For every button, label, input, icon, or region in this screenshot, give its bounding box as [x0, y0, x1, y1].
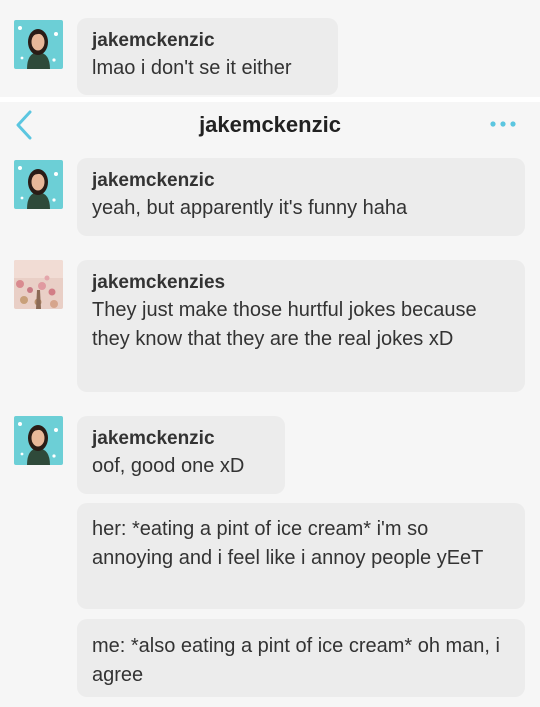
chat-title: jakemckenzic	[199, 112, 341, 137]
avatar[interactable]	[14, 416, 63, 465]
cartoon-avatar-icon	[14, 416, 63, 465]
message-bubble[interactable]: her: *eating a pint of ice cream* i'm so…	[77, 503, 525, 609]
cartoon-avatar-icon	[14, 20, 63, 69]
message-bubble[interactable]: jakemckenzic yeah, but apparently it's f…	[77, 158, 525, 236]
avatar[interactable]	[14, 160, 63, 209]
chat-header: jakemckenzic	[0, 102, 540, 148]
message-text: oof, good one xD	[92, 455, 245, 477]
more-options-icon[interactable]	[488, 116, 518, 132]
message-bubble[interactable]: jakemckenzic oof, good one xD	[77, 416, 285, 494]
message-username[interactable]: jakemckenzic	[92, 28, 322, 54]
cartoon-avatar-icon	[14, 160, 63, 209]
message-text: lmao i don't se it either	[92, 57, 292, 79]
message-bubble[interactable]: jakemckenzies They just make those hurtf…	[77, 260, 525, 392]
avatar[interactable]	[14, 20, 63, 69]
message-username[interactable]: jakemckenzic	[92, 168, 509, 194]
flower-field-avatar-icon	[14, 260, 63, 309]
avatar[interactable]	[14, 260, 63, 309]
message-text: They just make those hurtful jokes becau…	[92, 299, 477, 350]
message-bubble[interactable]: jakemckenzic lmao i don't se it either	[77, 18, 338, 95]
message-bubble[interactable]: me: *also eating a pint of ice cream* oh…	[77, 619, 525, 697]
message-text: yeah, but apparently it's funny haha	[92, 197, 408, 219]
message-username[interactable]: jakemckenzies	[92, 270, 509, 296]
message-text: me: *also eating a pint of ice cream* oh…	[92, 635, 500, 686]
message-text: her: *eating a pint of ice cream* i'm so…	[92, 518, 484, 569]
message-username[interactable]: jakemckenzic	[92, 426, 269, 452]
